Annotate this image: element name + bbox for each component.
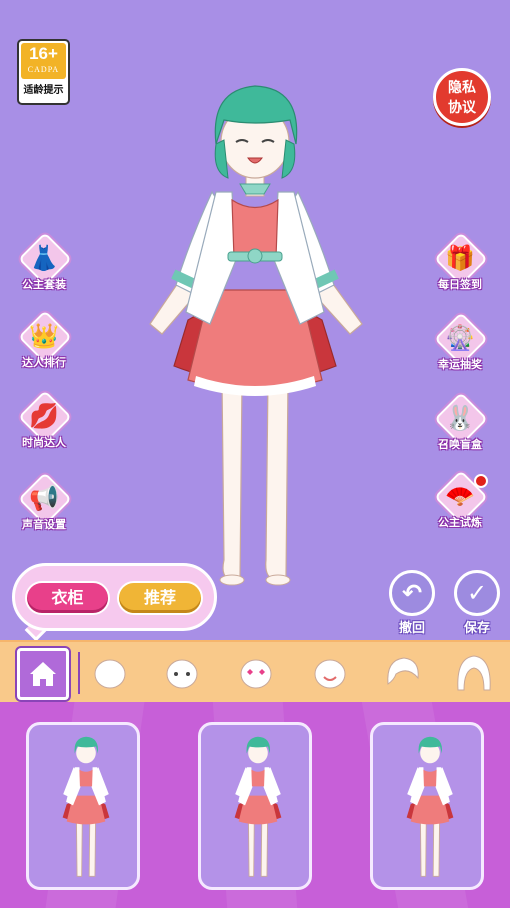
outfit-thumbnail <box>234 736 282 877</box>
age-rating-org: CADPA <box>27 65 60 74</box>
menu-label: 公主套装 <box>22 278 66 291</box>
outfit-thumbnail <box>62 736 110 877</box>
category-divider <box>78 652 80 694</box>
checkmark-icon: ✓ <box>454 570 500 616</box>
menu-label: 每日签到 <box>438 278 482 291</box>
category-hair-front[interactable] <box>378 650 426 696</box>
menu-label: 幸运抽奖 <box>438 358 482 371</box>
privacy-label-line1: 隐私 <box>448 80 476 96</box>
menu-label: 公主试炼 <box>438 516 482 529</box>
undo-button[interactable]: ↶ 撤回 <box>386 570 438 636</box>
menu-label: 声音设置 <box>22 518 66 531</box>
wardrobe-popup: 衣柜 推荐 <box>12 563 217 631</box>
outfit-thumbnail <box>406 736 454 877</box>
menu-ranking[interactable]: 👑 达人排行 <box>8 310 80 370</box>
wardrobe-button[interactable]: 衣柜 <box>25 581 110 615</box>
menu-princess-suit[interactable]: 👗 公主套装 <box>8 232 80 292</box>
menu-princess-trial[interactable]: 🪭 公主试炼 <box>424 470 496 530</box>
age-rating-badge: 16+ CADPA 适龄提示 <box>17 39 70 105</box>
outfit-card[interactable] <box>370 722 484 890</box>
menu-sound-settings[interactable]: 📢 声音设置 <box>8 472 80 532</box>
menu-lucky-draw[interactable]: 🎡 幸运抽奖 <box>424 312 496 372</box>
age-rating-label: 适龄提示 <box>23 85 64 96</box>
category-hair-back[interactable] <box>450 650 498 696</box>
menu-blind-box[interactable]: 🐰 召唤盲盒 <box>424 392 496 452</box>
menu-daily-checkin[interactable]: 🎁 每日签到 <box>424 232 496 292</box>
menu-label: 达人排行 <box>22 356 66 369</box>
category-home[interactable] <box>17 648 69 700</box>
undo-icon: ↶ <box>389 570 435 616</box>
category-eyes[interactable] <box>158 650 206 696</box>
outfit-card[interactable] <box>26 722 140 890</box>
menu-label: 时尚达人 <box>22 436 66 449</box>
notification-dot <box>474 474 488 488</box>
character-model[interactable] <box>140 80 370 600</box>
save-button[interactable]: ✓ 保存 <box>451 570 503 636</box>
category-mouth[interactable] <box>306 650 354 696</box>
privacy-policy-button[interactable]: 隐私 协议 <box>433 68 491 126</box>
category-blush[interactable] <box>232 650 280 696</box>
dressup-stage: 16+ CADPA 适龄提示 隐私 协议 👗 公主套装 👑 达人排行 💋 时尚达… <box>0 0 510 640</box>
home-icon <box>30 662 56 686</box>
menu-label: 召唤盲盒 <box>438 438 482 451</box>
outfit-card[interactable] <box>198 722 312 890</box>
category-bar <box>0 640 510 702</box>
outfit-list <box>0 702 510 908</box>
privacy-label-line2: 协议 <box>448 100 476 116</box>
save-label: 保存 <box>463 621 490 636</box>
menu-fashion-master[interactable]: 💋 时尚达人 <box>8 390 80 450</box>
recommend-button[interactable]: 推荐 <box>117 581 203 615</box>
undo-label: 撤回 <box>398 621 425 636</box>
category-face-base[interactable] <box>86 650 134 696</box>
age-rating-number: 16+ <box>29 44 58 63</box>
